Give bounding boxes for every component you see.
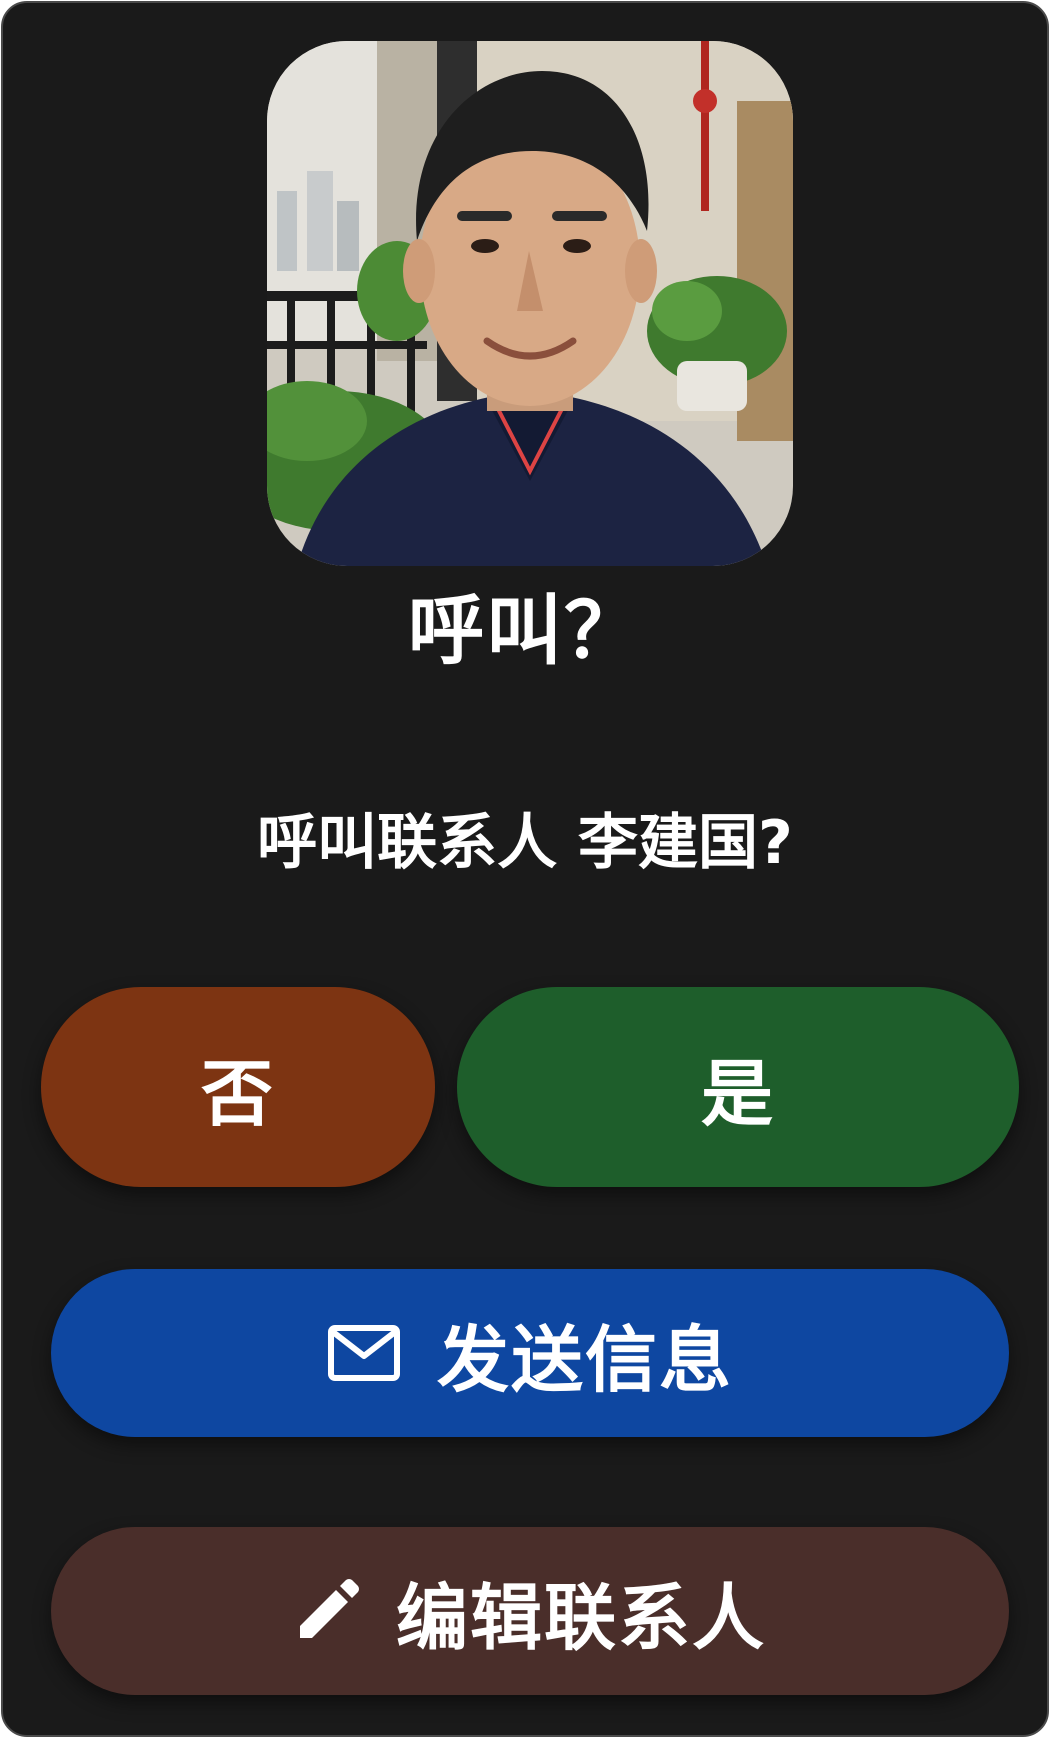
contact-photo-illustration <box>267 41 793 566</box>
call-prompt-text: 呼叫联系人 李建国? <box>257 808 793 878</box>
contact-avatar <box>267 41 793 566</box>
yes-button[interactable]: 是 <box>457 987 1019 1187</box>
call-confirm-dialog: 呼叫？ 呼叫联系人 李建国? 否 是 发送信息 编辑联系人 <box>1 1 1049 1737</box>
edit-contact-label: 编辑联系人 <box>395 1575 766 1660</box>
no-button[interactable]: 否 <box>41 987 435 1187</box>
mail-icon <box>327 1324 401 1382</box>
send-message-label: 发送信息 <box>436 1317 733 1402</box>
send-message-button[interactable]: 发送信息 <box>51 1269 1009 1437</box>
edit-contact-button[interactable]: 编辑联系人 <box>51 1527 1009 1695</box>
no-button-label: 否 <box>200 1051 275 1136</box>
yes-button-label: 是 <box>700 1051 775 1136</box>
pencil-icon <box>294 1578 360 1644</box>
dialog-title: 呼叫？ <box>408 586 642 675</box>
